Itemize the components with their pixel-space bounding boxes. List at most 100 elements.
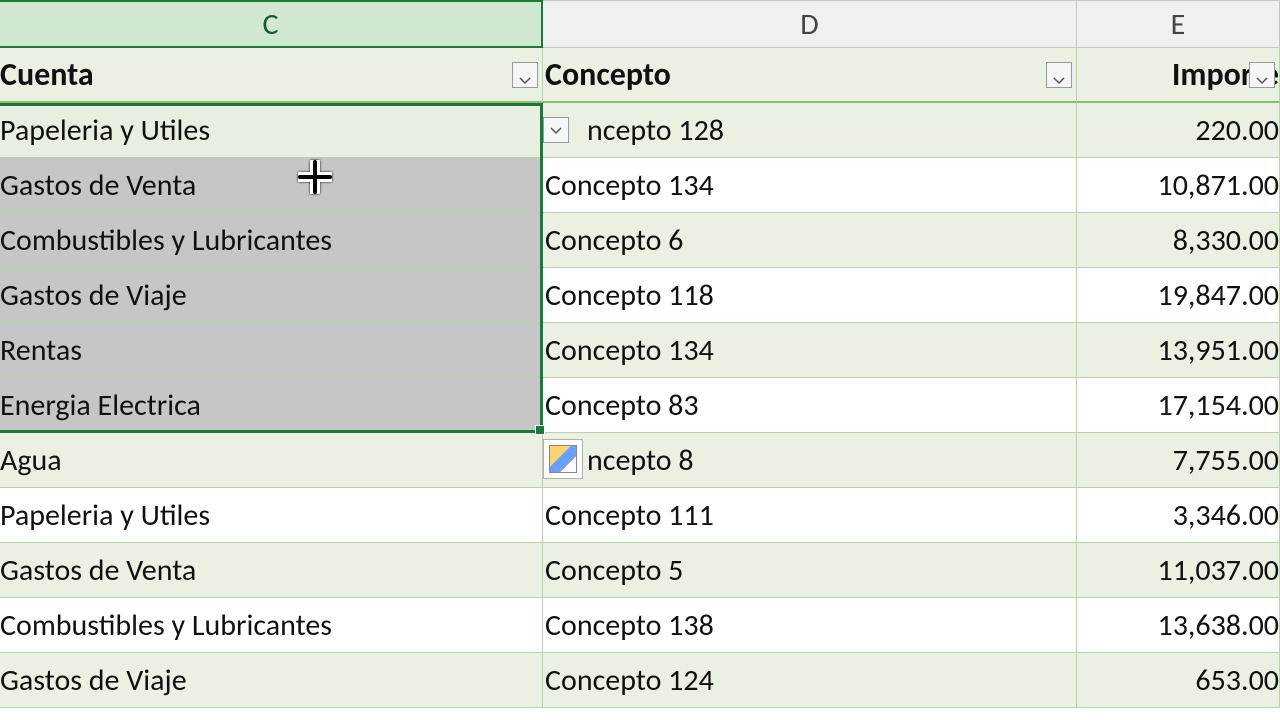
table-row: Gastos de Viaje Concepto 124 653.00 <box>0 653 1280 708</box>
table-row: Gastos de Venta Concepto 5 11,037.00 <box>0 543 1280 598</box>
header-concepto[interactable]: Concepto <box>543 48 1077 103</box>
cell-text: Concepto 111 <box>545 497 714 534</box>
table-row: Agua ncepto 8 7,755.00 <box>0 433 1280 488</box>
cell-text: 653.00 <box>1195 662 1279 699</box>
filter-button-concepto[interactable] <box>1046 62 1072 88</box>
filter-button-importe[interactable] <box>1249 62 1275 88</box>
cell-text: Concepto 83 <box>545 387 699 424</box>
header-label: Cuenta <box>0 55 94 94</box>
cell-text: Combustibles y Lubricantes <box>0 607 332 644</box>
cell-importe[interactable]: 8,330.00 <box>1077 213 1280 268</box>
cell-cuenta[interactable]: Gastos de Viaje <box>0 268 543 323</box>
cell-text: Concepto 134 <box>545 332 714 369</box>
cell-concepto[interactable]: Concepto 6 <box>543 213 1077 268</box>
cell-text: 13,638.00 <box>1158 607 1280 644</box>
column-letter: E <box>1171 6 1186 43</box>
cell-concepto[interactable]: Concepto 138 <box>543 598 1077 653</box>
cell-text: Papeleria y Utiles <box>0 112 210 149</box>
column-header-d[interactable]: D <box>543 0 1077 48</box>
cell-text: 17,154.00 <box>1158 387 1280 424</box>
cell-concepto[interactable]: ncepto 8 <box>543 433 1077 488</box>
cell-concepto[interactable]: ncepto 128 <box>543 103 1077 158</box>
cell-concepto[interactable]: Concepto 83 <box>543 378 1077 433</box>
cell-importe[interactable]: 3,346.00 <box>1077 488 1280 543</box>
table-row: Gastos de Venta Concepto 134 10,871.00 <box>0 158 1280 213</box>
cell-dropdown-button[interactable] <box>543 117 569 143</box>
cell-text: Agua <box>0 442 62 479</box>
table-row: Combustibles y Lubricantes Concepto 6 8,33… <box>0 213 1280 268</box>
quick-analysis-icon[interactable] <box>543 439 583 479</box>
cell-cuenta[interactable]: Combustibles y Lubricantes <box>0 213 543 268</box>
table-row: Papeleria y Utiles ncepto 128 220.00 <box>0 103 1280 158</box>
cell-importe[interactable]: 7,755.00 <box>1077 433 1280 488</box>
cell-text: 8,330.00 <box>1173 222 1279 259</box>
chevron-down-icon <box>1256 55 1268 94</box>
cell-text: 13,951.00 <box>1158 332 1280 369</box>
cell-text: 220.00 <box>1195 112 1279 149</box>
cell-text: 3,346.00 <box>1173 497 1279 534</box>
cell-importe[interactable]: 11,037.00 <box>1077 543 1280 598</box>
cell-text: Gastos de Venta <box>0 167 196 204</box>
cell-text: Gastos de Viaje <box>0 277 187 314</box>
cell-cuenta[interactable]: Gastos de Venta <box>0 158 543 213</box>
cell-importe[interactable]: 13,638.00 <box>1077 598 1280 653</box>
cell-text: 10,871.00 <box>1158 167 1280 204</box>
table-row: Rentas Concepto 134 13,951.00 <box>0 323 1280 378</box>
cell-text: 19,847.00 <box>1158 277 1280 314</box>
cell-text: Energia Electrica <box>0 387 201 424</box>
cell-text: Concepto 6 <box>545 222 683 259</box>
header-importe[interactable]: Importe <box>1077 48 1280 103</box>
cell-importe[interactable]: 653.00 <box>1077 653 1280 708</box>
cell-importe[interactable]: 220.00 <box>1077 103 1280 158</box>
header-label: Concepto <box>545 55 671 94</box>
cell-text: 7,755.00 <box>1173 442 1279 479</box>
cell-concepto[interactable]: Concepto 118 <box>543 268 1077 323</box>
cell-text: Concepto 134 <box>545 167 714 204</box>
chevron-down-icon <box>519 55 531 94</box>
cell-cuenta[interactable]: Combustibles y Lubricantes <box>0 598 543 653</box>
header-cuenta[interactable]: Cuenta <box>0 48 543 103</box>
cell-concepto[interactable]: Concepto 134 <box>543 158 1077 213</box>
lightning-table-icon <box>549 445 577 473</box>
table-row: Energia Electrica Concepto 83 17,154.00 <box>0 378 1280 433</box>
cell-text: 11,037.00 <box>1158 552 1280 589</box>
spreadsheet[interactable]: C D E Cuenta Concepto Im <box>0 0 1280 708</box>
chevron-down-icon <box>1053 55 1065 94</box>
cell-text: Papeleria y Utiles <box>0 497 210 534</box>
column-letter: D <box>800 6 818 43</box>
cell-cuenta[interactable]: Gastos de Viaje <box>0 653 543 708</box>
cell-concepto[interactable]: Concepto 134 <box>543 323 1077 378</box>
cell-cuenta[interactable]: Agua <box>0 433 543 488</box>
column-header-c[interactable]: C <box>0 0 543 48</box>
cell-text: Concepto 124 <box>545 662 714 699</box>
cell-text: Gastos de Venta <box>0 552 196 589</box>
table-header-row: Cuenta Concepto Importe <box>0 48 1280 103</box>
cell-concepto[interactable]: Concepto 111 <box>543 488 1077 543</box>
cell-cuenta[interactable]: Gastos de Venta <box>0 543 543 598</box>
cell-cuenta[interactable]: Rentas <box>0 323 543 378</box>
cell-importe[interactable]: 17,154.00 <box>1077 378 1280 433</box>
filter-button-cuenta[interactable] <box>512 62 538 88</box>
column-header-e[interactable]: E <box>1077 0 1280 48</box>
cell-text: Gastos de Viaje <box>0 662 187 699</box>
cell-concepto[interactable]: Concepto 124 <box>543 653 1077 708</box>
cell-importe[interactable]: 10,871.00 <box>1077 158 1280 213</box>
cell-concepto[interactable]: Concepto 5 <box>543 543 1077 598</box>
cell-text: Concepto 118 <box>545 277 714 314</box>
cell-text: Combustibles y Lubricantes <box>0 222 332 259</box>
column-header-row: C D E <box>0 0 1280 48</box>
cell-cuenta[interactable]: Papeleria y Utiles <box>0 103 543 158</box>
column-letter: C <box>263 6 279 43</box>
cell-text: Concepto 5 <box>545 552 683 589</box>
table-row: Papeleria y Utiles Concepto 111 3,346.00 <box>0 488 1280 543</box>
cell-text: ncepto 128 <box>545 112 724 149</box>
cell-text: Rentas <box>0 332 82 369</box>
table-row: Combustibles y Lubricantes Concepto 138 13… <box>0 598 1280 653</box>
cell-importe[interactable]: 19,847.00 <box>1077 268 1280 323</box>
table-row: Gastos de Viaje Concepto 118 19,847.00 <box>0 268 1280 323</box>
cell-importe[interactable]: 13,951.00 <box>1077 323 1280 378</box>
cell-cuenta[interactable]: Energia Electrica <box>0 378 543 433</box>
chevron-down-icon <box>550 121 562 140</box>
cell-cuenta[interactable]: Papeleria y Utiles <box>0 488 543 543</box>
cell-text: Concepto 138 <box>545 607 714 644</box>
